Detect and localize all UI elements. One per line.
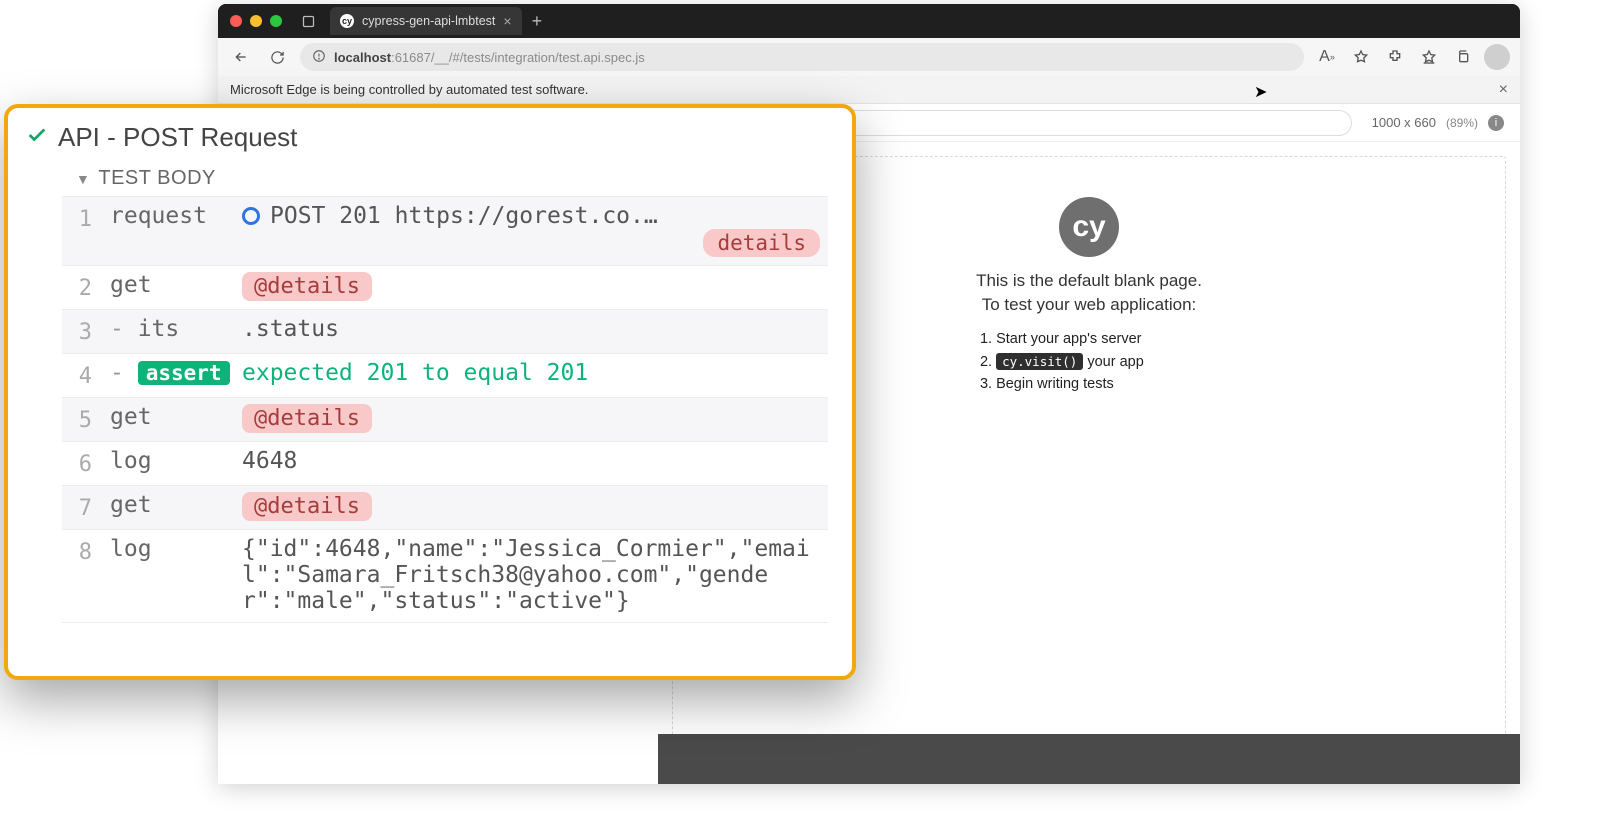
line-number: 8 [62, 536, 92, 565]
alias-pill: @details [242, 404, 372, 433]
mouse-cursor-icon: ➤ [1254, 82, 1267, 102]
command-log-row[interactable]: 2get@details [62, 266, 828, 310]
step-1: Start your app's server [996, 331, 1202, 347]
command-name: get [92, 272, 242, 298]
browser-tab[interactable]: cy cypress-gen-api-lmbtest × [330, 7, 522, 35]
new-tab-button[interactable]: + [532, 11, 543, 32]
line-number: 2 [62, 272, 92, 301]
test-body-callout: API - POST Request ▼ TEST BODY 1requestP… [4, 104, 856, 680]
line-number: 1 [62, 203, 92, 232]
command-message: 4648 [242, 448, 820, 474]
line-number: 4 [62, 360, 92, 389]
blank-page-line2: To test your web application: [976, 295, 1202, 315]
back-button[interactable] [228, 44, 254, 70]
details-pill[interactable]: details [703, 229, 820, 257]
test-body-header[interactable]: ▼ TEST BODY [26, 167, 834, 190]
command-name: get [92, 404, 242, 430]
address-bar[interactable]: localhost:61687/__/#/tests/integration/t… [300, 43, 1304, 71]
cy-visit-code: cy.visit() [996, 353, 1083, 370]
favorites-star-icon[interactable] [1348, 44, 1374, 70]
command-name: request [92, 203, 242, 229]
command-log-row[interactable]: 6log4648 [62, 442, 828, 486]
command-message: POST 201 https://gorest.co.…details [242, 203, 820, 257]
line-number: 3 [62, 316, 92, 345]
window-controls [230, 15, 282, 27]
close-banner-icon[interactable]: × [1499, 81, 1508, 99]
tab-title: cypress-gen-api-lmbtest [362, 14, 495, 28]
xhr-indicator-icon [242, 207, 260, 225]
line-number: 6 [62, 448, 92, 477]
viewport-percent: (89%) [1446, 116, 1478, 130]
tab-strip: cy cypress-gen-api-lmbtest × + [218, 4, 1520, 38]
command-message: expected 201 to equal 201 [242, 360, 820, 386]
command-message: @details [242, 272, 820, 301]
automation-banner: Microsoft Edge is being controlled by au… [218, 76, 1520, 104]
command-log-row[interactable]: 7get@details [62, 486, 828, 530]
toolbar-right: A» [1314, 44, 1510, 70]
test-title-row[interactable]: API - POST Request [26, 122, 834, 153]
command-log-row[interactable]: 8log{"id":4648,"name":"Jessica_Cormier",… [62, 530, 828, 623]
command-log-row[interactable]: 1requestPOST 201 https://gorest.co.…deta… [62, 197, 828, 266]
automation-banner-text: Microsoft Edge is being controlled by au… [230, 82, 588, 97]
command-message: {"id":4648,"name":"Jessica_Cormier","ema… [242, 536, 820, 614]
step-2: cy.visit() your app [996, 353, 1202, 370]
profile-avatar[interactable] [1484, 44, 1510, 70]
alias-pill: @details [242, 272, 372, 301]
command-message: @details [242, 492, 820, 521]
command-name: - its [92, 316, 242, 342]
line-number: 5 [62, 404, 92, 433]
command-log-row[interactable]: 5get@details [62, 398, 828, 442]
command-name: - assert [92, 360, 242, 386]
caret-down-icon: ▼ [76, 171, 90, 187]
read-aloud-icon[interactable]: A» [1314, 44, 1340, 70]
command-name: log [92, 448, 242, 474]
line-number: 7 [62, 492, 92, 521]
command-log-row[interactable]: 3- its.status [62, 310, 828, 354]
viewport-dimensions: 1000 x 660 [1372, 115, 1436, 130]
collections-icon[interactable] [1450, 44, 1476, 70]
reload-button[interactable] [264, 44, 290, 70]
test-body-label: TEST BODY [98, 167, 216, 190]
aut-bottom-shade [658, 734, 1520, 784]
command-message: @details [242, 404, 820, 433]
command-name: get [92, 492, 242, 518]
viewport-info-icon[interactable]: i [1488, 115, 1504, 131]
tab-overview-icon[interactable] [296, 9, 320, 33]
cypress-logo-icon: cy [1059, 197, 1119, 257]
close-window-icon[interactable] [230, 15, 242, 27]
minimize-window-icon[interactable] [250, 15, 262, 27]
alias-pill: @details [242, 492, 372, 521]
blank-page-line1: This is the default blank page. [976, 271, 1202, 291]
command-log: 1requestPOST 201 https://gorest.co.…deta… [62, 196, 828, 623]
pass-check-icon [26, 122, 48, 153]
browser-toolbar: localhost:61687/__/#/tests/integration/t… [218, 38, 1520, 76]
step-3: Begin writing tests [996, 376, 1202, 392]
command-name: log [92, 536, 242, 562]
cypress-favicon-icon: cy [340, 14, 354, 28]
extensions-icon[interactable] [1382, 44, 1408, 70]
close-tab-icon[interactable]: × [503, 13, 511, 29]
test-title: API - POST Request [58, 122, 297, 153]
url-text: localhost:61687/__/#/tests/integration/t… [334, 50, 645, 65]
favorites-bar-icon[interactable] [1416, 44, 1442, 70]
command-log-row[interactable]: 4- assertexpected 201 to equal 201 [62, 354, 828, 398]
command-message: .status [242, 316, 820, 342]
default-blank-page: cy This is the default blank page. To te… [976, 197, 1202, 398]
maximize-window-icon[interactable] [270, 15, 282, 27]
site-info-icon[interactable] [312, 49, 326, 66]
